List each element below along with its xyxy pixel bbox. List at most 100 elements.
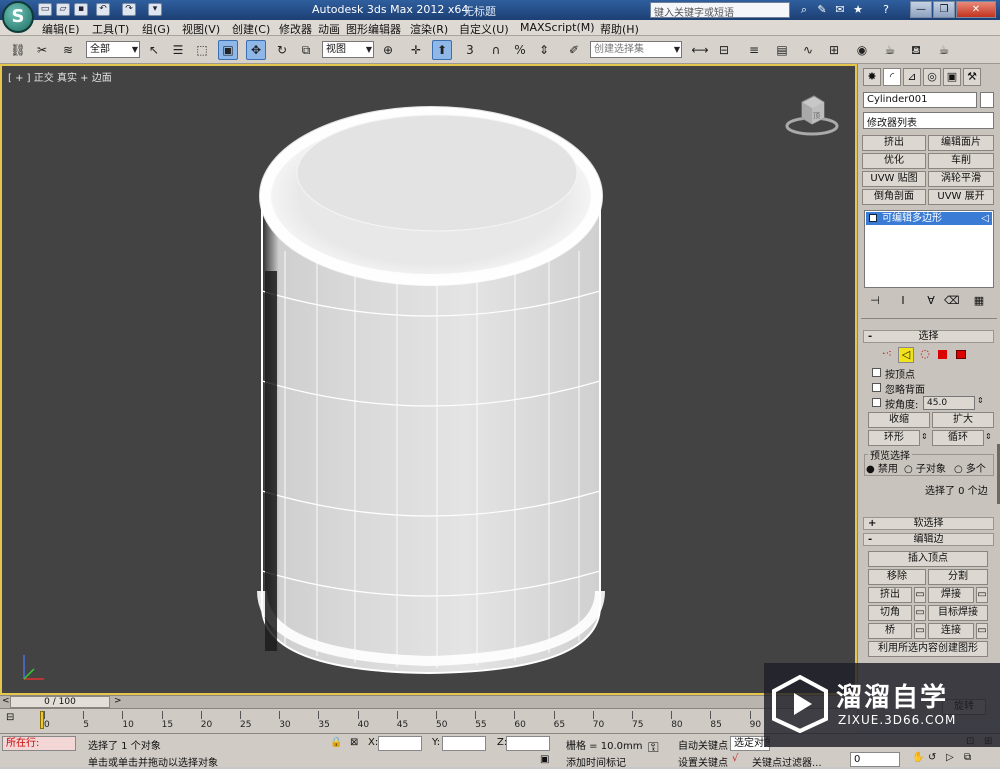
insert-vertex-button[interactable]: 插入顶点 xyxy=(868,551,988,567)
x-coordinate-field[interactable] xyxy=(378,736,422,751)
loop-spinner-arrows[interactable]: ⇕ xyxy=(985,432,992,441)
tools-icon[interactable]: ✎ xyxy=(814,2,830,17)
pin-stack-icon[interactable]: ⊣ xyxy=(868,294,882,308)
binoculars-icon[interactable]: ⌕ xyxy=(796,2,812,17)
connect-settings-icon[interactable]: ▭ xyxy=(976,623,988,639)
by-vertex-checkbox[interactable] xyxy=(872,368,881,377)
create-tab-icon[interactable]: ✸ xyxy=(863,68,881,86)
align-icon[interactable]: ⊟ xyxy=(714,40,734,60)
motion-tab-icon[interactable]: ◎ xyxy=(923,68,941,86)
lock-selection-icon[interactable]: 🔒 xyxy=(330,737,342,748)
curve-editor-icon[interactable]: ∿ xyxy=(798,40,818,60)
pivot-center-icon[interactable]: ⊕ xyxy=(378,40,398,60)
menu-modifiers[interactable]: 修改器 xyxy=(279,21,312,37)
save-file-icon[interactable]: ▪ xyxy=(74,3,88,16)
hierarchy-tab-icon[interactable]: ⊿ xyxy=(903,68,921,86)
pan-icon[interactable]: ✋ xyxy=(912,752,924,763)
stack-item-editable-poly[interactable]: 可编辑多边形 ◁ xyxy=(866,212,992,225)
select-by-name-icon[interactable]: ☰ xyxy=(168,40,188,60)
split-button[interactable]: 分割 xyxy=(928,569,988,585)
menu-create[interactable]: 创建(C) xyxy=(232,21,270,37)
y-coordinate-field[interactable] xyxy=(442,736,486,751)
current-frame-field[interactable]: 0 xyxy=(850,752,900,767)
timeline-ruler[interactable]: ⊟ 0 5 10 15 20 25 30 35 40 45 50 55 60 65 70 75 80 85 90 xyxy=(0,708,857,733)
mod-turbosmooth-button[interactable]: 涡轮平滑 xyxy=(928,171,994,187)
configure-sets-icon[interactable]: ▦ xyxy=(972,294,986,308)
bridge-settings-icon[interactable]: ▭ xyxy=(914,623,926,639)
cylinder-model[interactable] xyxy=(257,101,607,676)
mod-extrude-button[interactable]: 挤出 xyxy=(862,135,926,151)
close-button[interactable]: ✕ xyxy=(956,1,996,18)
polygon-mode-icon[interactable] xyxy=(938,350,947,359)
element-mode-icon[interactable] xyxy=(956,350,966,359)
quick-access-dropdown-icon[interactable]: ▾ xyxy=(148,3,162,16)
ring-spinner-arrows[interactable]: ⇕ xyxy=(921,432,928,441)
edge-mode-icon[interactable]: ◁ xyxy=(898,347,914,363)
connect-button[interactable]: 连接 xyxy=(928,623,974,639)
help-icon[interactable]: ? xyxy=(878,2,894,17)
help-search-input[interactable]: 键入关键字或短语 xyxy=(650,2,790,19)
unlink-icon[interactable]: ✂ xyxy=(32,40,52,60)
restore-button[interactable]: ❐ xyxy=(933,1,955,18)
menu-graph-editors[interactable]: 图形编辑器 xyxy=(346,21,401,37)
mod-unwrap-uvw-button[interactable]: UVW 展开 xyxy=(928,189,994,205)
graphite-ribbon-icon[interactable]: ▤ xyxy=(772,40,792,60)
mod-edit-patch-button[interactable]: 编辑面片 xyxy=(928,135,994,151)
object-name-field[interactable]: Cylinder001 xyxy=(863,92,977,108)
spinner-snap-icon[interactable]: ⇕ xyxy=(534,40,554,60)
selection-rollout-header[interactable]: - 选择 xyxy=(863,330,994,343)
display-tab-icon[interactable]: ▣ xyxy=(943,68,961,86)
window-crossing-icon[interactable]: ▣ xyxy=(218,40,238,60)
key-icon[interactable]: ⚿ xyxy=(648,740,659,756)
z-coordinate-field[interactable] xyxy=(506,736,550,751)
maxscript-listener[interactable]: 所在行: xyxy=(2,736,76,751)
minimize-button[interactable]: — xyxy=(910,1,932,18)
communication-icon[interactable]: ✉ xyxy=(832,2,848,17)
mod-lathe-button[interactable]: 车削 xyxy=(928,153,994,169)
time-slider-bar[interactable]: < 0 / 100 > xyxy=(0,695,857,708)
maximize-viewport-icon[interactable]: ⧉ xyxy=(964,752,971,763)
edit-edges-rollout-header[interactable]: - 编辑边 xyxy=(863,533,994,546)
shrink-button[interactable]: 收缩 xyxy=(868,412,930,428)
select-and-move-icon[interactable]: ✥ xyxy=(246,40,266,60)
favorites-icon[interactable]: ★ xyxy=(850,2,866,17)
select-and-manipulate-icon[interactable]: ✛ xyxy=(406,40,426,60)
stack-expand-icon[interactable] xyxy=(869,214,877,222)
angle-snap-icon[interactable]: ∩ xyxy=(486,40,506,60)
by-angle-checkbox[interactable] xyxy=(872,398,881,407)
vp-edged-faces[interactable]: 边面 xyxy=(92,73,112,84)
stack-light-icon[interactable]: ◁ xyxy=(981,212,989,225)
time-prev-icon[interactable]: < xyxy=(2,696,10,706)
ignore-backface-checkbox[interactable] xyxy=(872,383,881,392)
mod-uvw-map-button[interactable]: UVW 贴图 xyxy=(862,171,926,187)
remove-button[interactable]: 移除 xyxy=(868,569,926,585)
modifier-stack-list[interactable]: 可编辑多边形 ◁ xyxy=(864,210,994,288)
viewport-perspective[interactable]: [ + ] 正交 真实 + 边面 顶 xyxy=(0,64,857,695)
preview-subobject-radio[interactable]: ○ 子对象 xyxy=(904,460,946,475)
rendered-frame-icon[interactable]: ⛾ xyxy=(906,40,926,60)
menu-rendering[interactable]: 渲染(R) xyxy=(410,21,448,37)
orbit-icon[interactable]: ↺ xyxy=(928,752,936,763)
weld-settings-icon[interactable]: ▭ xyxy=(976,587,988,603)
render-setup-icon[interactable]: ☕ xyxy=(880,40,900,60)
loop-button[interactable]: 循环 xyxy=(932,430,984,446)
menu-maxscript[interactable]: MAXScript(M) xyxy=(520,21,595,34)
undo-icon[interactable]: ↶ xyxy=(96,3,110,16)
viewport-label[interactable]: [ + ] 正交 真实 + 边面 xyxy=(8,69,112,84)
keyboard-shortcut-override-icon[interactable]: ⬆ xyxy=(432,40,452,60)
edit-named-selection-icon[interactable]: ✐ xyxy=(564,40,584,60)
redo-icon[interactable]: ↷ xyxy=(122,3,136,16)
time-tag-icon[interactable]: ▣ xyxy=(540,754,549,765)
menu-views[interactable]: 视图(V) xyxy=(182,21,220,37)
menu-tools[interactable]: 工具(T) xyxy=(92,21,129,37)
mod-bevel-profile-button[interactable]: 倒角剖面 xyxy=(862,189,926,205)
menu-group[interactable]: 组(G) xyxy=(142,21,170,37)
make-unique-icon[interactable]: ∀ xyxy=(924,294,938,308)
rectangular-selection-icon[interactable]: ⬚ xyxy=(192,40,212,60)
menu-edit[interactable]: 编辑(E) xyxy=(42,21,80,37)
open-file-icon[interactable]: ▱ xyxy=(56,3,70,16)
menu-customize[interactable]: 自定义(U) xyxy=(459,21,509,37)
mini-curve-editor-icon[interactable]: ⊟ xyxy=(6,712,24,726)
menu-animation[interactable]: 动画 xyxy=(318,21,340,37)
border-mode-icon[interactable]: ◌ xyxy=(918,347,932,361)
